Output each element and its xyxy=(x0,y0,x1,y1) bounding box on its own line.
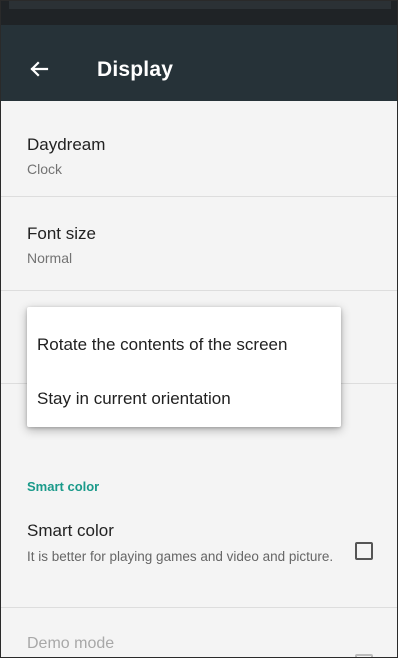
app-bar: Display xyxy=(1,25,397,101)
smart-color-checkbox[interactable] xyxy=(355,542,373,560)
setting-daydream[interactable]: Daydream Clock xyxy=(1,101,397,197)
setting-demo-mode-title[interactable]: Demo mode xyxy=(27,635,114,653)
rotation-popup-menu: Rotate the contents of the screen Stay i… xyxy=(27,307,341,427)
setting-value: Normal xyxy=(27,250,73,266)
section-header-smart-color: Smart color xyxy=(27,479,100,494)
setting-summary: It is better for playing games and video… xyxy=(27,549,334,564)
setting-value: Clock xyxy=(27,161,63,177)
setting-title: Daydream xyxy=(27,135,106,154)
setting-font-size[interactable]: Font size Normal xyxy=(1,197,397,291)
arrow-left-icon xyxy=(30,61,49,77)
screen: Display Daydream Clock Font size Normal … xyxy=(0,0,398,658)
demo-mode-checkbox[interactable] xyxy=(355,654,373,657)
menu-item-rotate[interactable]: Rotate the contents of the screen xyxy=(27,319,341,371)
setting-smart-color[interactable]: Smart color It is better for playing gam… xyxy=(1,507,397,608)
back-button[interactable] xyxy=(19,49,59,89)
status-bar-strip xyxy=(9,1,391,9)
status-bar xyxy=(1,1,397,25)
setting-title: Font size xyxy=(27,224,96,243)
setting-title: Smart color xyxy=(27,521,114,540)
page-title: Display xyxy=(97,58,174,81)
menu-item-stay-orientation[interactable]: Stay in current orientation xyxy=(27,373,341,425)
